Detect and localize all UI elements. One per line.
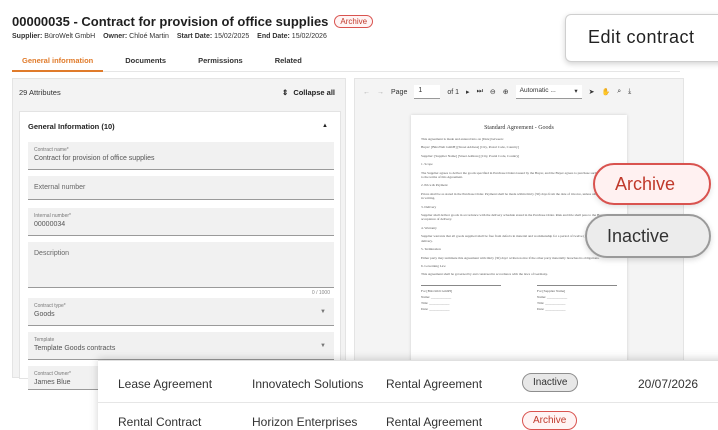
external-number-field[interactable]: External number [28, 176, 334, 200]
template-select[interactable]: Template Template Goods contracts ▼ [28, 332, 334, 360]
contract-name-field[interactable]: Contract name* Contract for provision of… [28, 142, 334, 170]
status-badge: Archive [334, 15, 374, 28]
section-title: General Information (10) [28, 121, 115, 131]
internal-number-label: Internal number* [34, 213, 71, 219]
collapse-all-label: Collapse all [293, 87, 335, 97]
attributes-count: 29 Attributes [19, 87, 61, 97]
status-badge: Inactive [522, 373, 579, 392]
page-number-input[interactable]: 1 [414, 85, 441, 99]
search-icon[interactable]: ⌕ [617, 88, 621, 96]
contract-name-cell: Rental Contract [118, 415, 202, 429]
document-paragraph: 3. Delivery [421, 204, 437, 209]
owner-value: Chloé Martin [129, 33, 169, 40]
description-field[interactable]: Description [28, 242, 334, 288]
signature-line: Date: ____________ [421, 306, 450, 311]
zoom-value: Automatic ... [519, 87, 556, 94]
start-date-value: 15/02/2025 [214, 33, 250, 40]
type-cell: Rental Agreement [386, 415, 483, 429]
document-paragraph: 6. Governing Law [421, 263, 446, 268]
description-counter: 0 / 1000 [311, 290, 330, 296]
contract-meta: Supplier: BüroWelt GmbH Owner: Chloé Mar… [12, 33, 572, 40]
owner-label: Owner: [103, 33, 128, 40]
company-cell: Innovatech Solutions [252, 377, 364, 391]
document-title: Standard Agreement - Goods [484, 125, 554, 131]
contract-name-cell: Lease Agreement [118, 377, 213, 391]
download-icon[interactable]: ⤓ [628, 88, 631, 96]
end-date-label: End Date: [257, 33, 290, 40]
page-title: 00000035 - Contract for provision of off… [12, 14, 329, 29]
template-value: Template Goods contracts [34, 345, 116, 352]
contract-type-select[interactable]: Contract type* Goods ▼ [28, 298, 334, 326]
edit-contract-button[interactable]: Edit contract [565, 14, 718, 62]
chevron-down-icon: ▼ [320, 343, 326, 349]
zoom-out-icon[interactable]: ⊖ [490, 88, 496, 96]
general-information-section: General Information (10) ▲ Contract name… [19, 111, 341, 390]
document-paragraph: Either party may terminate this Agreemen… [421, 255, 600, 260]
contract-name-value: Contract for provision of office supplie… [34, 155, 155, 162]
start-date-label: Start Date: [176, 33, 213, 40]
last-page-icon[interactable]: ⏭ [477, 88, 483, 96]
section-header[interactable]: General Information (10) ▲ [20, 112, 340, 140]
document-body: This Agreement is made and entered into … [421, 137, 617, 277]
signature-buyer: For [BüroWelt GmbH] Name: ____________ Tit… [421, 284, 501, 312]
pdf-toolbar: ← → Page 1 of 1 ▸ ⏭ ⊖ ⊕ Automatic ... ▾ … [355, 79, 683, 105]
zoom-in-icon[interactable]: ⊕ [503, 88, 509, 96]
contracts-table: Lease Agreement Innovatech Solutions Ren… [98, 360, 718, 430]
document-paragraph: 2. Price & Payment [421, 183, 448, 188]
tab-general-information[interactable]: General information [12, 52, 104, 72]
contract-type-value: Goods [34, 311, 55, 318]
description-placeholder: Description [34, 250, 70, 257]
date-cell: 20/07/2026 [638, 377, 699, 391]
contract-header: 00000035 - Contract for provision of off… [12, 14, 572, 40]
supplier-value: BüroWelt GmbH [44, 33, 96, 40]
template-label: Template [34, 337, 55, 343]
internal-number-field[interactable]: Internal number* 00000034 [28, 208, 334, 236]
page-total: of 1 [447, 88, 460, 96]
type-cell: Rental Agreement [386, 377, 483, 391]
chevron-up-icon: ▲ [322, 123, 328, 129]
signature-supplier: For [Supplier Name] Name: ____________ Tit… [537, 284, 617, 312]
signature-line: Date: ____________ [537, 306, 566, 311]
hand-icon[interactable]: ✋ [602, 88, 611, 96]
cursor-icon[interactable]: ➤ [589, 88, 595, 96]
tab-documents[interactable]: Documents [115, 52, 176, 72]
table-row[interactable]: Lease Agreement Innovatech Solutions Ren… [98, 367, 718, 403]
title-row: 00000035 - Contract for provision of off… [12, 14, 572, 29]
external-number-placeholder: External number [34, 184, 86, 191]
contract-type-label: Contract type* [34, 303, 66, 309]
collapse-all-button[interactable]: ⇕ Collapse all [282, 88, 335, 97]
document-paragraph: Supplier shall deliver goods in accordan… [421, 213, 613, 222]
attributes-header: 29 Attributes ⇕ Collapse all [13, 79, 345, 105]
tab-permissions[interactable]: Permissions [188, 52, 253, 72]
end-date-value: 15/02/2026 [291, 33, 327, 40]
signature-block: For [BüroWelt GmbH] Name: ____________ Tit… [421, 284, 617, 312]
archive-badge: Archive [593, 163, 711, 205]
inactive-badge: Inactive [585, 214, 711, 258]
document-paragraph: This Agreement is made and entered into … [421, 137, 504, 141]
document-paragraph: Prices shall be as stated in the Purchas… [421, 191, 615, 201]
document-paragraph: The Supplier agrees to deliver the goods… [421, 170, 617, 180]
contract-name-label: Contract name* [34, 147, 69, 153]
status-badge: Archive [522, 411, 578, 430]
play-icon[interactable]: ▸ [466, 88, 470, 96]
page-label: Page [391, 88, 408, 96]
internal-number-value: 00000034 [34, 221, 66, 228]
document-paragraph: 1. Scope [421, 162, 433, 167]
attributes-panel: 29 Attributes ⇕ Collapse all General Inf… [12, 78, 346, 390]
chevron-down-icon: ▼ [320, 309, 326, 315]
chevron-down-icon: ▾ [574, 88, 578, 95]
supplier-label: Supplier: [12, 33, 43, 40]
document-paragraph: This Agreement shall be governed by and … [421, 272, 548, 277]
expand-collapse-icon: ⇕ [282, 87, 289, 97]
zoom-select[interactable]: Automatic ... ▾ [515, 85, 582, 99]
next-page-icon[interactable]: → [377, 89, 384, 96]
table-row[interactable]: Rental Contract Horizon Enterprises Rent… [98, 405, 718, 430]
tab-related[interactable]: Related [265, 52, 312, 72]
document-paragraph: Buyer: [BüroWelt GmbH] [Street Address] … [421, 145, 519, 150]
document-paragraph: Supplier: [Supplier Name] [Street Addres… [421, 153, 520, 158]
company-cell: Horizon Enterprises [252, 415, 358, 429]
previous-page-icon[interactable]: ← [363, 89, 370, 96]
